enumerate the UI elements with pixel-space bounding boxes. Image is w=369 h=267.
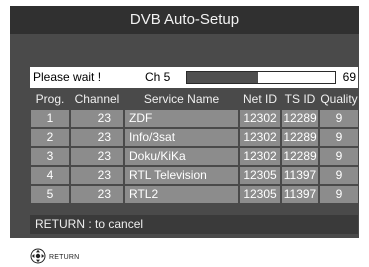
row-quality: 9	[320, 129, 358, 146]
row-quality: 9	[320, 148, 358, 165]
header-net-id: Net ID	[242, 92, 277, 106]
header-service-name: Service Name	[143, 92, 220, 106]
please-wait-text: Please wait !	[33, 70, 102, 84]
row-net-id: 12302	[240, 129, 280, 146]
row-prog: 1	[31, 110, 69, 127]
header-ts-id: TS ID	[284, 92, 316, 106]
row-quality: 9	[320, 110, 358, 127]
row-prog: 2	[31, 129, 69, 146]
row-quality: 9	[320, 167, 358, 184]
row-channel: 23	[71, 129, 123, 146]
window-title: DVB Auto-Setup	[10, 6, 359, 34]
dvb-setup-screen: DVB Auto-Setup Please wait ! Ch 5 69 Pro…	[10, 6, 359, 238]
row-channel: 23	[71, 110, 123, 127]
row-channel: 23	[71, 148, 123, 165]
row-net-id: 12305	[240, 186, 280, 203]
table-header: Prog. Channel Service Name Net ID TS ID …	[30, 91, 358, 108]
row-service-name: RTL2	[125, 186, 238, 203]
cancel-hint: RETURN : to cancel	[30, 215, 358, 234]
return-label: RETURN	[49, 254, 80, 261]
header-channel: Channel	[74, 92, 120, 106]
remote-dpad-icon	[30, 248, 46, 264]
row-ts-id: 11397	[282, 167, 318, 184]
row-net-id: 12302	[240, 110, 280, 127]
table-row: 1 23 ZDF 12302 12289 9	[30, 110, 358, 127]
row-ts-id: 12289	[282, 110, 318, 127]
row-net-id: 12302	[240, 148, 280, 165]
header-prog: Prog.	[35, 92, 65, 106]
table-row: 5 23 RTL2 12305 11397 9	[30, 186, 358, 203]
row-channel: 23	[71, 167, 123, 184]
row-service-name: Info/3sat	[125, 129, 238, 146]
table-row: 3 23 Doku/KiKa 12302 12289 9	[30, 148, 358, 165]
row-ts-id: 12289	[282, 129, 318, 146]
scan-status-bar: Please wait ! Ch 5 69	[30, 67, 358, 88]
scan-progress-fill	[187, 72, 259, 83]
header-quality: Quality	[320, 92, 358, 106]
scan-progress-bar	[186, 71, 336, 84]
row-prog: 5	[31, 186, 69, 203]
row-channel: 23	[71, 186, 123, 203]
row-ts-id: 11397	[282, 186, 318, 203]
row-service-name: Doku/KiKa	[125, 148, 238, 165]
table-row: 4 23 RTL Television 12305 11397 9	[30, 167, 358, 184]
progress-value: 69	[342, 70, 356, 84]
current-channel-text: Ch 5	[145, 70, 171, 84]
row-prog: 4	[31, 167, 69, 184]
row-quality: 9	[320, 186, 358, 203]
row-prog: 3	[31, 148, 69, 165]
row-net-id: 12305	[240, 167, 280, 184]
table-row: 2 23 Info/3sat 12302 12289 9	[30, 129, 358, 146]
row-ts-id: 12289	[282, 148, 318, 165]
row-service-name: RTL Television	[125, 167, 238, 184]
row-service-name: ZDF	[125, 110, 238, 127]
